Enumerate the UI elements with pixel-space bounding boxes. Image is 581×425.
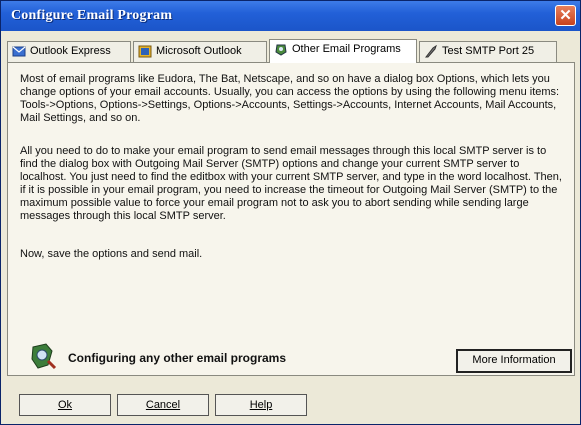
cancel-button[interactable]: Cancel — [117, 394, 209, 416]
ok-button[interactable]: Ok — [19, 394, 111, 416]
email-program-icon — [275, 44, 287, 56]
configure-email-dialog: Configure Email Program ✕ Outlook Expres… — [0, 0, 581, 425]
microsoft-outlook-icon — [138, 45, 152, 58]
outlook-express-icon — [12, 46, 26, 57]
window-title: Configure Email Program — [11, 8, 173, 23]
email-program-icon — [31, 343, 57, 370]
help-button[interactable]: Help — [215, 394, 307, 416]
tab-outlook-express[interactable]: Outlook Express — [7, 41, 131, 62]
tab-other-email-programs[interactable]: Other Email Programs — [269, 39, 417, 63]
smtp-test-icon — [424, 45, 437, 58]
tab-label: Test SMTP Port 25 — [442, 45, 535, 57]
tab-label: Outlook Express — [30, 45, 111, 57]
section-heading: Configuring any other email programs — [68, 351, 287, 365]
tab-microsoft-outlook[interactable]: Microsoft Outlook — [133, 41, 267, 62]
tab-test-smtp-port[interactable]: Test SMTP Port 25 — [419, 41, 557, 62]
tab-label: Other Email Programs — [292, 43, 401, 55]
help-label: Help — [249, 399, 273, 411]
title-bar[interactable]: Configure Email Program ✕ — [1, 1, 580, 31]
close-button[interactable]: ✕ — [555, 5, 576, 26]
ok-label: Ok — [57, 399, 73, 411]
tab-strip: Outlook Express Microsoft Outlook Other … — [7, 39, 575, 63]
paragraph-save: Now, save the options and send mail. — [20, 248, 203, 260]
paragraph-instructions: All you need to do to make your email pr… — [20, 145, 562, 222]
cancel-label: Cancel — [145, 399, 181, 411]
paragraph-intro: Most of email programs like Eudora, The … — [20, 73, 560, 124]
more-information-label: More Information — [472, 354, 556, 366]
tab-panel-other-email-programs: Most of email programs like Eudora, The … — [7, 62, 575, 376]
more-information-button[interactable]: More Information — [456, 349, 572, 373]
close-icon: ✕ — [559, 7, 572, 24]
tab-label: Microsoft Outlook — [156, 45, 242, 57]
